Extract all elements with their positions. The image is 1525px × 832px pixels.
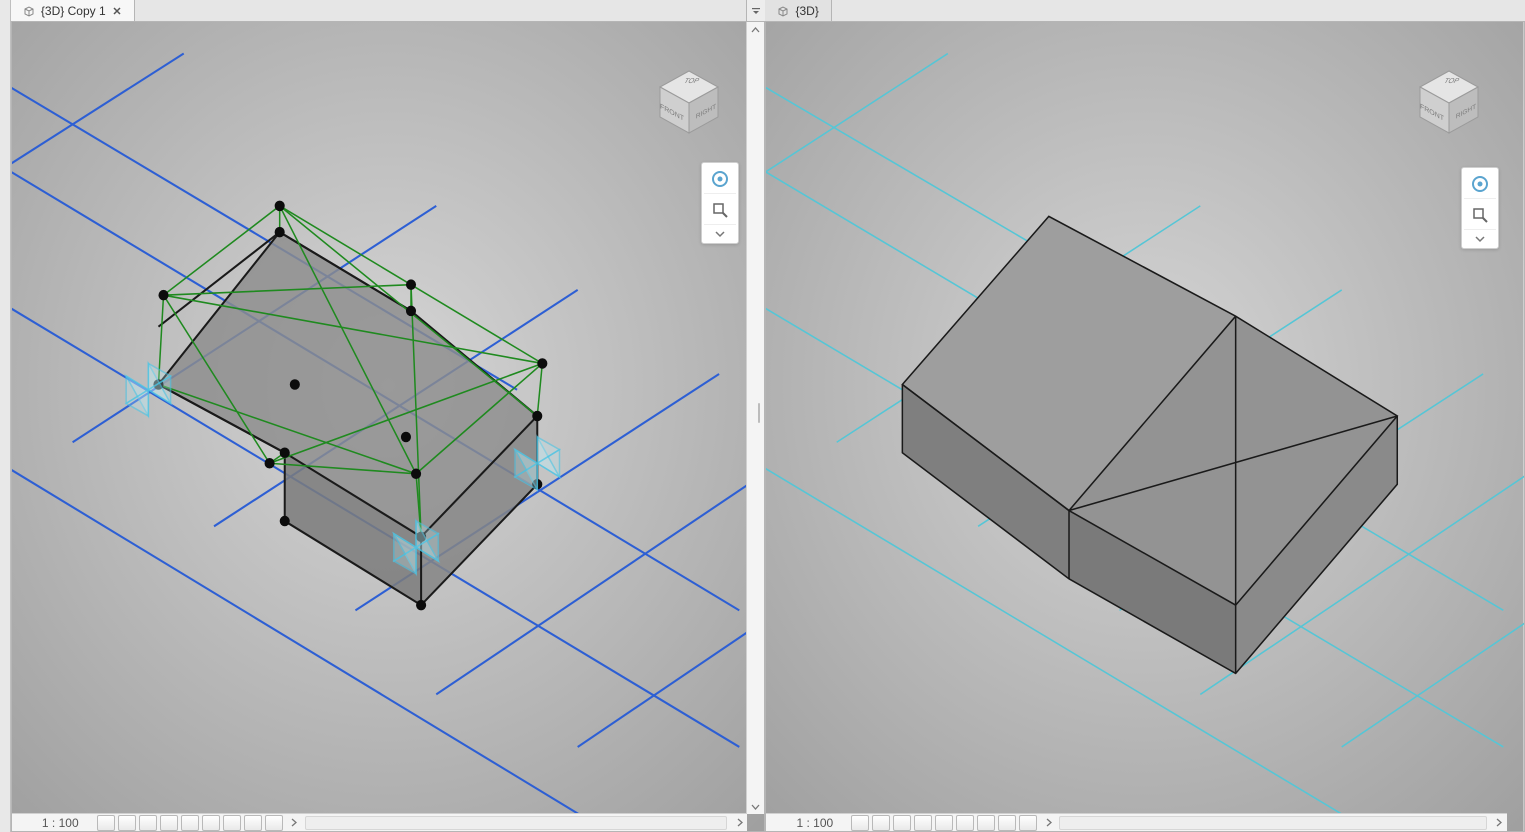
left-gutter — [0, 0, 11, 832]
3d-cube-icon — [23, 5, 35, 17]
steering-wheel-icon[interactable] — [1464, 170, 1496, 199]
vc-icon-4[interactable] — [160, 815, 178, 831]
vc-icon-4[interactable] — [914, 815, 932, 831]
hscroll-track[interactable] — [305, 816, 728, 830]
view-control-bar: 1 : 100 — [766, 813, 1507, 831]
vc-icon-8[interactable] — [998, 815, 1016, 831]
vc-expand-icon[interactable] — [287, 818, 301, 827]
vc-icon-5[interactable] — [181, 815, 199, 831]
view-control-bar: 1 : 100 — [12, 813, 748, 831]
viewcube[interactable]: TOP FRONT RIGHT — [654, 67, 724, 137]
left-pane: {3D} Copy 1 — [11, 0, 766, 832]
vc-icon-7[interactable] — [223, 815, 241, 831]
view-control-icons — [843, 815, 1037, 831]
view-scale[interactable]: 1 : 100 — [766, 816, 843, 830]
tab-overflow-dropdown[interactable] — [746, 0, 765, 21]
zoom-region-icon[interactable] — [704, 196, 736, 225]
vc-icon-1[interactable] — [97, 815, 115, 831]
vc-icon-6[interactable] — [202, 815, 220, 831]
navigation-bar[interactable] — [1461, 167, 1499, 249]
view-scale[interactable]: 1 : 100 — [12, 816, 89, 830]
vc-icon-9[interactable] — [265, 815, 283, 831]
tab-label: {3D} Copy 1 — [41, 4, 106, 18]
right-tabbar: {3D} — [765, 0, 1525, 22]
vc-icon-7[interactable] — [977, 815, 995, 831]
left-tabbar: {3D} Copy 1 — [11, 0, 766, 22]
navbar-expand-icon[interactable] — [704, 227, 736, 241]
scroll-right-icon[interactable] — [731, 818, 747, 827]
vc-icon-2[interactable] — [118, 815, 136, 831]
tab-3d[interactable]: {3D} — [765, 0, 831, 21]
vc-icon-6[interactable] — [956, 815, 974, 831]
zoom-region-icon[interactable] — [1464, 201, 1496, 230]
3d-cube-icon — [777, 5, 789, 17]
scroll-down-icon[interactable] — [747, 798, 764, 814]
scroll-up-icon[interactable] — [747, 22, 764, 38]
vertical-scrollbar[interactable] — [746, 22, 764, 814]
vc-icon-3[interactable] — [893, 815, 911, 831]
hscroll-track[interactable] — [1059, 816, 1487, 830]
right-viewport[interactable]: TOP FRONT RIGHT 1 : 100 — [765, 22, 1525, 832]
scroll-thumb[interactable] — [758, 403, 760, 423]
vc-icon-2[interactable] — [872, 815, 890, 831]
tab-label: {3D} — [795, 4, 818, 18]
vc-icon-5[interactable] — [935, 815, 953, 831]
scroll-right-icon[interactable] — [1491, 818, 1507, 827]
navigation-bar[interactable] — [701, 162, 739, 244]
view-control-icons — [89, 815, 283, 831]
right-pane: {3D} — [765, 0, 1525, 832]
vc-icon-1[interactable] — [851, 815, 869, 831]
vc-expand-icon[interactable] — [1041, 818, 1055, 827]
close-icon[interactable] — [112, 6, 122, 16]
steering-wheel-icon[interactable] — [704, 165, 736, 194]
tab-3d-copy-1[interactable]: {3D} Copy 1 — [11, 0, 135, 21]
navbar-expand-icon[interactable] — [1464, 232, 1496, 246]
viewcube[interactable]: TOP FRONT RIGHT — [1414, 67, 1484, 137]
vc-icon-9[interactable] — [1019, 815, 1037, 831]
left-viewport[interactable]: TOP FRONT RIGHT — [11, 22, 766, 832]
vc-icon-8[interactable] — [244, 815, 262, 831]
vc-icon-3[interactable] — [139, 815, 157, 831]
